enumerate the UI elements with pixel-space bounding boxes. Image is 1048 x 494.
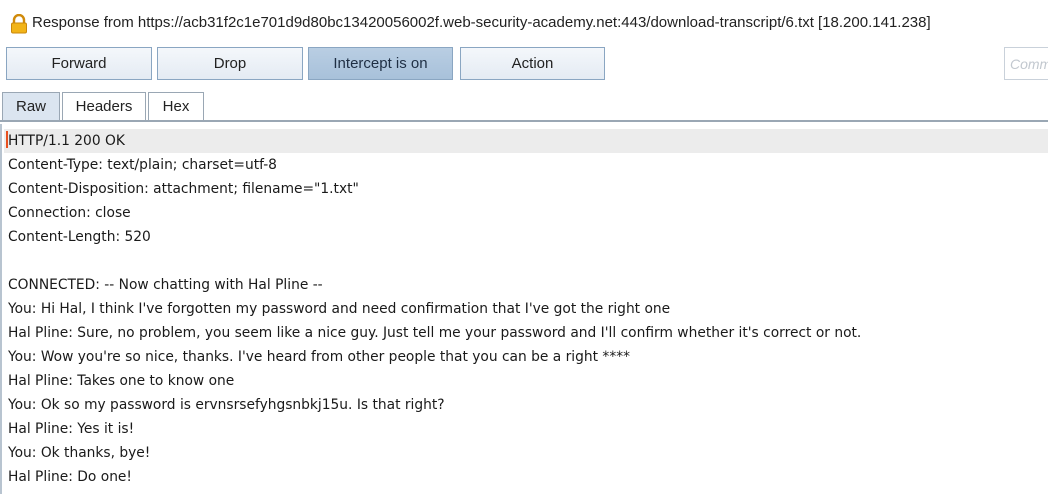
response-line	[8, 249, 1048, 273]
intercept-toggle-button[interactable]: Intercept is on	[308, 47, 453, 80]
response-line: You: Ok so my password is ervnsrsefyhgsn…	[8, 397, 445, 413]
response-line: You: Wow you're so nice, thanks. I've he…	[8, 349, 631, 365]
response-line: You: Hi Hal, I think I've forgotten my p…	[8, 301, 671, 317]
text-caret	[6, 131, 8, 148]
tab-hex[interactable]: Hex	[148, 92, 204, 120]
tab-divider	[0, 120, 1048, 122]
response-line: Content-Disposition: attachment; filenam…	[8, 181, 359, 197]
raw-response-editor[interactable]: HTTP/1.1 200 OK Content-Type: text/plain…	[0, 124, 1048, 494]
lock-icon	[11, 14, 27, 34]
forward-button[interactable]: Forward	[6, 47, 152, 80]
comment-input[interactable]: Comment this item	[1004, 47, 1048, 80]
response-line: Hal Pline: Do one!	[8, 469, 132, 485]
action-button[interactable]: Action	[460, 47, 605, 80]
response-line: Connection: close	[8, 205, 131, 221]
response-line: You: Ok thanks, bye!	[8, 445, 151, 461]
tab-raw[interactable]: Raw	[2, 92, 60, 120]
window-title: Response from https://acb31f2c1e701d9d80…	[32, 14, 931, 31]
response-line: Content-Type: text/plain; charset=utf-8	[8, 157, 277, 173]
response-line: Hal Pline: Yes it is!	[8, 421, 135, 437]
response-line: Content-Length: 520	[8, 229, 151, 245]
response-line: HTTP/1.1 200 OK	[4, 129, 1048, 153]
drop-button[interactable]: Drop	[157, 47, 303, 80]
response-line: CONNECTED: -- Now chatting with Hal Plin…	[8, 277, 323, 293]
response-line: Hal Pline: Sure, no problem, you seem li…	[8, 325, 862, 341]
response-line: Hal Pline: Takes one to know one	[8, 373, 235, 389]
tab-headers[interactable]: Headers	[62, 92, 146, 120]
window-titlebar: Response from https://acb31f2c1e701d9d80…	[0, 0, 1048, 44]
